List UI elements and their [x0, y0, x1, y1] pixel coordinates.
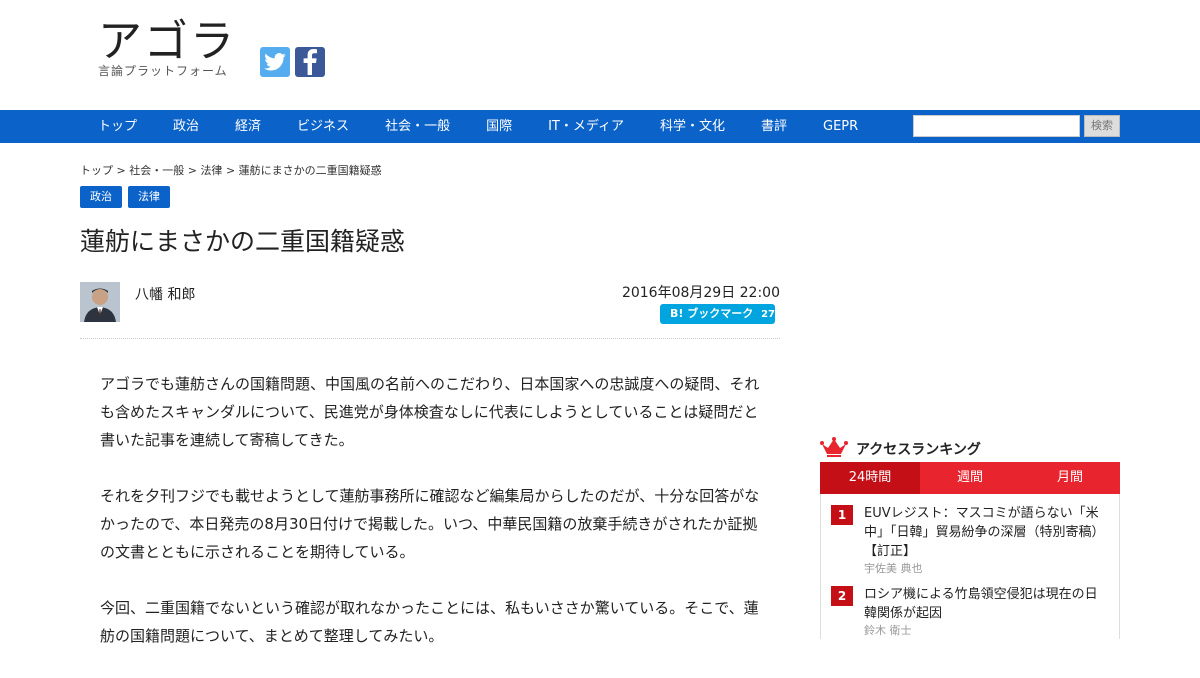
ranking-tabs: 24時間 週間 月間 [820, 462, 1120, 494]
breadcrumb-separator: > [187, 164, 197, 177]
nav-item-politics[interactable]: 政治 [155, 110, 217, 143]
author-name[interactable]: 八幡 和郎 [135, 284, 195, 304]
article-body: アゴラでも蓮舫さんの国籍問題、中国風の名前へのこだわり、日本国家への忠誠度への疑… [100, 370, 765, 678]
breadcrumb-law[interactable]: 法律 [200, 164, 222, 177]
article-paragraph: アゴラでも蓮舫さんの国籍問題、中国風の名前へのこだわり、日本国家への忠誠度への疑… [100, 375, 760, 449]
tab-monthly[interactable]: 月間 [1020, 462, 1120, 494]
rank-author: 鈴木 衛士 [864, 624, 912, 637]
rank-author: 宇佐美 典也 [864, 562, 923, 575]
nav-item-business[interactable]: ビジネス [279, 110, 367, 143]
nav-item-it-media[interactable]: IT・メディア [530, 110, 642, 143]
ranking-title: アクセスランキング [856, 442, 981, 458]
publish-date: 2016年08月29日 22:00 [621, 285, 780, 301]
rank-title-link[interactable]: ロシア機による竹島領空侵犯は現在の日韓関係が起因 [864, 585, 1109, 623]
site-header: アゴラ 言論プラットフォーム [0, 0, 1200, 110]
nav-item-top[interactable]: トップ [80, 110, 155, 143]
list-item: 1 EUVレジスト：マスコミが語らない「米中」「日韓」貿易紛争の深層（特別寄稿）… [831, 504, 1109, 577]
breadcrumb-separator: > [225, 164, 236, 177]
ranking-header: アクセスランキング [820, 436, 1120, 462]
logo-subtitle: 言論プラットフォーム [98, 64, 228, 78]
access-ranking: アクセスランキング 24時間 週間 月間 1 EUVレジスト：マスコミが語らない… [820, 436, 1120, 647]
article-tags: 政治 法律 [80, 186, 170, 208]
hatena-label: ブックマーク [687, 307, 754, 320]
breadcrumb-top[interactable]: トップ [80, 164, 113, 177]
tag-law[interactable]: 法律 [128, 186, 170, 208]
hatena-icon: B! [670, 307, 684, 320]
logo-main-text: アゴラ [98, 16, 236, 67]
nav-item-economy[interactable]: 経済 [217, 110, 279, 143]
social-links [260, 47, 325, 77]
site-logo[interactable]: アゴラ 言論プラットフォーム [98, 18, 236, 79]
ranking-list: 1 EUVレジスト：マスコミが語らない「米中」「日韓」貿易紛争の深層（特別寄稿）… [820, 494, 1120, 639]
article-paragraph: 今回、二重国籍でないという確認が取れなかったことには、私もいささか驚いている。そ… [100, 599, 759, 645]
tab-24h[interactable]: 24時間 [820, 462, 920, 494]
header-divider [80, 338, 780, 339]
nav-items: トップ 政治 経済 ビジネス 社会・一般 国際 IT・メディア 科学・文化 書評… [80, 110, 876, 143]
nav-item-gepr[interactable]: GEPR [805, 110, 876, 143]
main-nav: トップ 政治 経済 ビジネス 社会・一般 国際 IT・メディア 科学・文化 書評… [0, 110, 1200, 143]
hatena-count: 27 [761, 309, 776, 320]
breadcrumb-society[interactable]: 社会・一般 [129, 164, 184, 177]
hatena-bookmark-button[interactable]: B! ブックマーク 27 [660, 304, 775, 324]
nav-item-society[interactable]: 社会・一般 [367, 110, 468, 143]
breadcrumb-current: 蓮舫にまさかの二重国籍疑惑 [238, 164, 382, 177]
nav-item-international[interactable]: 国際 [468, 110, 530, 143]
twitter-icon[interactable] [260, 47, 290, 77]
author-avatar[interactable] [80, 282, 120, 322]
tag-politics[interactable]: 政治 [80, 186, 122, 208]
nav-item-book-review[interactable]: 書評 [743, 110, 805, 143]
rank-number: 2 [831, 586, 853, 606]
tab-weekly[interactable]: 週間 [920, 462, 1020, 494]
breadcrumb-separator: > [116, 164, 126, 177]
rank-number: 1 [831, 505, 853, 525]
crown-icon [820, 436, 848, 462]
facebook-icon[interactable] [295, 47, 325, 77]
article-paragraph: それを夕刊フジでも載せようとして蓮舫事務所に確認など編集局からしたのだが、十分な… [100, 487, 760, 561]
rank-title-link[interactable]: EUVレジスト：マスコミが語らない「米中」「日韓」貿易紛争の深層（特別寄稿）【訂… [864, 504, 1109, 561]
nav-item-science-culture[interactable]: 科学・文化 [642, 110, 743, 143]
search-input[interactable] [913, 115, 1080, 137]
list-item: 2 ロシア機による竹島領空侵犯は現在の日韓関係が起因 鈴木 衛士 [831, 585, 1109, 639]
search-button[interactable]: 検索 [1084, 115, 1120, 137]
breadcrumb: トップ > 社会・一般 > 法律 > 蓮舫にまさかの二重国籍疑惑 [80, 162, 382, 178]
article-title: 蓮舫にまさかの二重国籍疑惑 [80, 227, 406, 256]
